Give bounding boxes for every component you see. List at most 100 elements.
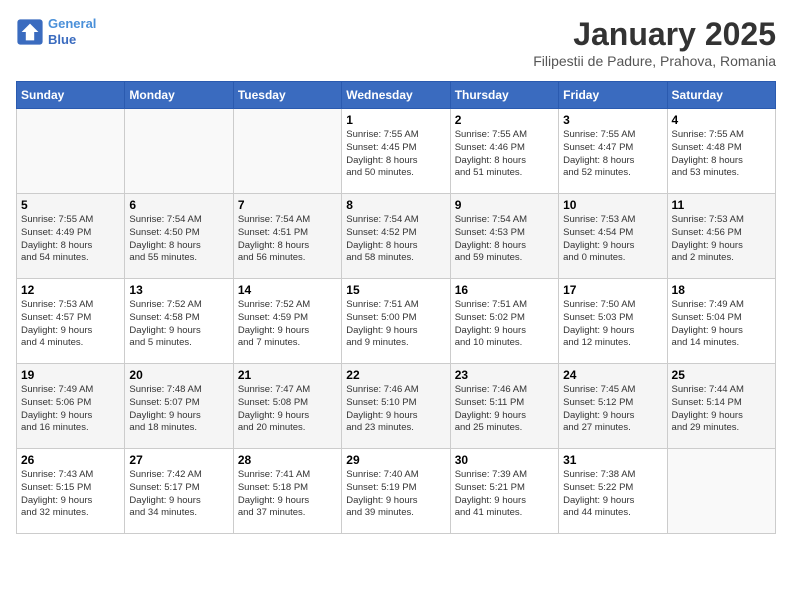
header-monday: Monday — [125, 82, 233, 109]
day-info: Sunrise: 7:48 AM Sunset: 5:07 PM Dayligh… — [129, 384, 228, 435]
day-info: Sunrise: 7:55 AM Sunset: 4:47 PM Dayligh… — [563, 129, 662, 180]
day-info: Sunrise: 7:49 AM Sunset: 5:06 PM Dayligh… — [21, 384, 120, 435]
day-info: Sunrise: 7:54 AM Sunset: 4:50 PM Dayligh… — [129, 214, 228, 265]
calendar-cell: 4 Sunrise: 7:55 AM Sunset: 4:48 PM Daylig… — [667, 109, 775, 194]
day-info: Sunrise: 7:53 AM Sunset: 4:54 PM Dayligh… — [563, 214, 662, 265]
logo-text: General Blue — [48, 16, 96, 47]
calendar-cell: 24Sunrise: 7:45 AM Sunset: 5:12 PM Dayli… — [559, 364, 667, 449]
header-sunday: Sunday — [17, 82, 125, 109]
calendar-cell: 1Sunrise: 7:55 AM Sunset: 4:45 PM Daylig… — [342, 109, 450, 194]
calendar-cell — [667, 449, 775, 534]
week-row-2: 12 Sunrise: 7:53 AM Sunset: 4:57 PM Dayli… — [17, 279, 776, 364]
header: General Blue January 2025 Filipestii de … — [16, 16, 776, 69]
calendar-cell: 23Sunrise: 7:46 AM Sunset: 5:11 PM Dayli… — [450, 364, 558, 449]
calendar-cell: 14 Sunrise: 7:52 AM Sunset: 4:59 PM Dayli… — [233, 279, 341, 364]
day-info: Sunrise: 7:41 AM Sunset: 5:18 PM Dayligh… — [238, 469, 337, 520]
day-number: 14 — [238, 283, 337, 297]
day-number: 5 — [21, 198, 120, 212]
calendar-cell: 5 Sunrise: 7:55 AM Sunset: 4:49 PM Daylig… — [17, 194, 125, 279]
day-info: Sunrise: 7:52 AM Sunset: 4:59 PM Dayligh… — [238, 299, 337, 350]
day-number: 13 — [129, 283, 228, 297]
calendar-cell: 11 Sunrise: 7:53 AM Sunset: 4:56 PM Dayli… — [667, 194, 775, 279]
day-number: 27 — [129, 453, 228, 467]
day-number: 3 — [563, 113, 662, 127]
calendar-title: January 2025 — [533, 16, 776, 53]
day-info: Sunrise: 7:54 AM Sunset: 4:53 PM Dayligh… — [455, 214, 554, 265]
day-number: 18 — [672, 283, 771, 297]
calendar-subtitle: Filipestii de Padure, Prahova, Romania — [533, 53, 776, 69]
calendar-cell: 9 Sunrise: 7:54 AM Sunset: 4:53 PM Daylig… — [450, 194, 558, 279]
logo-line2: Blue — [48, 32, 76, 47]
calendar-table: SundayMondayTuesdayWednesdayThursdayFrid… — [16, 81, 776, 534]
day-info: Sunrise: 7:46 AM Sunset: 5:11 PM Dayligh… — [455, 384, 554, 435]
calendar-cell: 30 Sunrise: 7:39 AM Sunset: 5:21 PM Dayli… — [450, 449, 558, 534]
day-number: 19 — [21, 368, 120, 382]
day-info: Sunrise: 7:50 AM Sunset: 5:03 PM Dayligh… — [563, 299, 662, 350]
header-saturday: Saturday — [667, 82, 775, 109]
day-info: Sunrise: 7:39 AM Sunset: 5:21 PM Dayligh… — [455, 469, 554, 520]
calendar-cell: 25 Sunrise: 7:44 AM Sunset: 5:14 PM Dayli… — [667, 364, 775, 449]
day-number: 12 — [21, 283, 120, 297]
calendar-cell: 20 Sunrise: 7:48 AM Sunset: 5:07 PM Dayli… — [125, 364, 233, 449]
day-info: Sunrise: 7:53 AM Sunset: 4:56 PM Dayligh… — [672, 214, 771, 265]
calendar-cell: 3 Sunrise: 7:55 AM Sunset: 4:47 PM Daylig… — [559, 109, 667, 194]
day-info: Sunrise: 7:43 AM Sunset: 5:15 PM Dayligh… — [21, 469, 120, 520]
day-number: 15 — [346, 283, 445, 297]
header-friday: Friday — [559, 82, 667, 109]
calendar-cell: 7Sunrise: 7:54 AM Sunset: 4:51 PM Daylig… — [233, 194, 341, 279]
day-info: Sunrise: 7:55 AM Sunset: 4:48 PM Dayligh… — [672, 129, 771, 180]
calendar-cell: 31 Sunrise: 7:38 AM Sunset: 5:22 PM Dayli… — [559, 449, 667, 534]
week-row-3: 19 Sunrise: 7:49 AM Sunset: 5:06 PM Dayli… — [17, 364, 776, 449]
day-info: Sunrise: 7:38 AM Sunset: 5:22 PM Dayligh… — [563, 469, 662, 520]
day-info: Sunrise: 7:49 AM Sunset: 5:04 PM Dayligh… — [672, 299, 771, 350]
day-info: Sunrise: 7:52 AM Sunset: 4:58 PM Dayligh… — [129, 299, 228, 350]
day-info: Sunrise: 7:54 AM Sunset: 4:51 PM Dayligh… — [238, 214, 337, 265]
logo: General Blue — [16, 16, 96, 47]
calendar-cell: 16 Sunrise: 7:51 AM Sunset: 5:02 PM Dayli… — [450, 279, 558, 364]
day-number: 4 — [672, 113, 771, 127]
day-number: 1 — [346, 113, 445, 127]
day-number: 30 — [455, 453, 554, 467]
calendar-cell: 22Sunrise: 7:46 AM Sunset: 5:10 PM Dayli… — [342, 364, 450, 449]
day-number: 20 — [129, 368, 228, 382]
day-info: Sunrise: 7:47 AM Sunset: 5:08 PM Dayligh… — [238, 384, 337, 435]
day-number: 9 — [455, 198, 554, 212]
day-info: Sunrise: 7:55 AM Sunset: 4:46 PM Dayligh… — [455, 129, 554, 180]
header-wednesday: Wednesday — [342, 82, 450, 109]
calendar-cell: 12 Sunrise: 7:53 AM Sunset: 4:57 PM Dayli… — [17, 279, 125, 364]
day-number: 6 — [129, 198, 228, 212]
week-row-4: 26 Sunrise: 7:43 AM Sunset: 5:15 PM Dayli… — [17, 449, 776, 534]
title-area: January 2025 Filipestii de Padure, Praho… — [533, 16, 776, 69]
calendar-cell: 28 Sunrise: 7:41 AM Sunset: 5:18 PM Dayli… — [233, 449, 341, 534]
day-number: 11 — [672, 198, 771, 212]
calendar-cell: 19 Sunrise: 7:49 AM Sunset: 5:06 PM Dayli… — [17, 364, 125, 449]
day-number: 26 — [21, 453, 120, 467]
header-row: SundayMondayTuesdayWednesdayThursdayFrid… — [17, 82, 776, 109]
day-number: 28 — [238, 453, 337, 467]
day-number: 29 — [346, 453, 445, 467]
day-number: 22 — [346, 368, 445, 382]
calendar-cell: 18 Sunrise: 7:49 AM Sunset: 5:04 PM Dayli… — [667, 279, 775, 364]
calendar-cell — [233, 109, 341, 194]
day-number: 10 — [563, 198, 662, 212]
week-row-0: 1Sunrise: 7:55 AM Sunset: 4:45 PM Daylig… — [17, 109, 776, 194]
header-thursday: Thursday — [450, 82, 558, 109]
week-row-1: 5 Sunrise: 7:55 AM Sunset: 4:49 PM Daylig… — [17, 194, 776, 279]
calendar-cell: 2Sunrise: 7:55 AM Sunset: 4:46 PM Daylig… — [450, 109, 558, 194]
calendar-cell — [125, 109, 233, 194]
calendar-cell: 13 Sunrise: 7:52 AM Sunset: 4:58 PM Dayli… — [125, 279, 233, 364]
day-number: 25 — [672, 368, 771, 382]
day-info: Sunrise: 7:44 AM Sunset: 5:14 PM Dayligh… — [672, 384, 771, 435]
calendar-cell: 21 Sunrise: 7:47 AM Sunset: 5:08 PM Dayli… — [233, 364, 341, 449]
header-tuesday: Tuesday — [233, 82, 341, 109]
day-number: 16 — [455, 283, 554, 297]
day-info: Sunrise: 7:40 AM Sunset: 5:19 PM Dayligh… — [346, 469, 445, 520]
day-number: 21 — [238, 368, 337, 382]
day-number: 31 — [563, 453, 662, 467]
day-info: Sunrise: 7:53 AM Sunset: 4:57 PM Dayligh… — [21, 299, 120, 350]
calendar-cell: 29 Sunrise: 7:40 AM Sunset: 5:19 PM Dayli… — [342, 449, 450, 534]
calendar-cell: 15Sunrise: 7:51 AM Sunset: 5:00 PM Dayli… — [342, 279, 450, 364]
logo-icon — [16, 18, 44, 46]
day-info: Sunrise: 7:55 AM Sunset: 4:49 PM Dayligh… — [21, 214, 120, 265]
day-info: Sunrise: 7:51 AM Sunset: 5:02 PM Dayligh… — [455, 299, 554, 350]
